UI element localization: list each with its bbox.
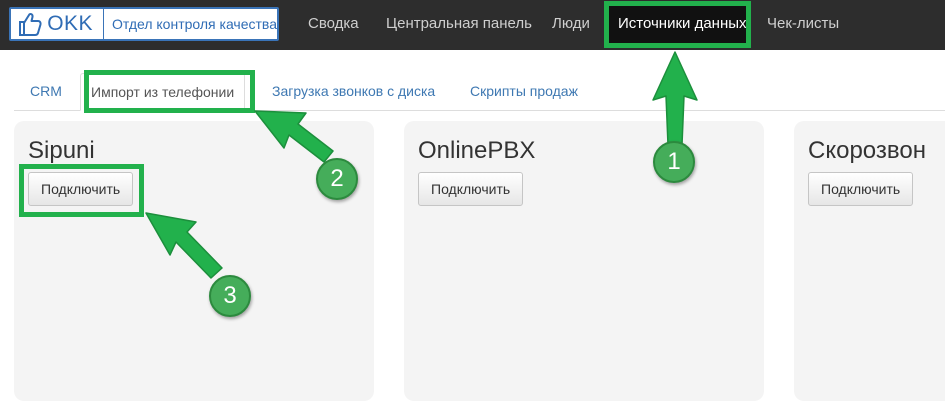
tab-sales-scripts[interactable]: Скрипты продаж (470, 73, 578, 111)
logo-department: Отдел контроля качества (112, 16, 277, 32)
card-title: Sipuni (28, 137, 95, 164)
connect-button-onlinepbx[interactable]: Подключить (418, 172, 524, 206)
nav-item-people[interactable]: Люди (552, 0, 590, 50)
provider-card-skorozvon: Скорозвон Подключить (794, 121, 945, 401)
step-badge-3: 3 (209, 275, 251, 317)
card-title: OnlinePBX (418, 137, 536, 164)
nav-item-central-panel[interactable]: Центральная панель (386, 0, 532, 50)
top-navbar: OKK Отдел контроля качества Сводка Центр… (0, 0, 945, 50)
connect-button-sipuni[interactable]: Подключить (28, 172, 134, 206)
nav-item-data-sources[interactable]: Источники данных (618, 0, 747, 50)
provider-card-sipuni: Sipuni Подключить (14, 121, 374, 401)
card-title: Скорозвон (808, 137, 926, 164)
step-badge-1: 1 (653, 141, 695, 183)
logo-abbr: OKK (47, 12, 94, 35)
logo-divider (103, 7, 105, 41)
thumbs-up-icon (17, 9, 43, 39)
nav-item-checklists[interactable]: Чек-листы (767, 0, 839, 50)
nav-item-summary[interactable]: Сводка (308, 0, 359, 50)
tab-disk-upload[interactable]: Загрузка звонков с диска (272, 73, 435, 111)
tab-crm[interactable]: CRM (30, 73, 62, 111)
tab-telephony-import[interactable]: Импорт из телефонии (80, 73, 246, 111)
app-logo[interactable]: OKK Отдел контроля качества (9, 7, 279, 41)
step-badge-2: 2 (316, 158, 358, 200)
provider-card-onlinepbx: OnlinePBX Подключить (404, 121, 764, 401)
connect-button-skorozvon[interactable]: Подключить (808, 172, 914, 206)
